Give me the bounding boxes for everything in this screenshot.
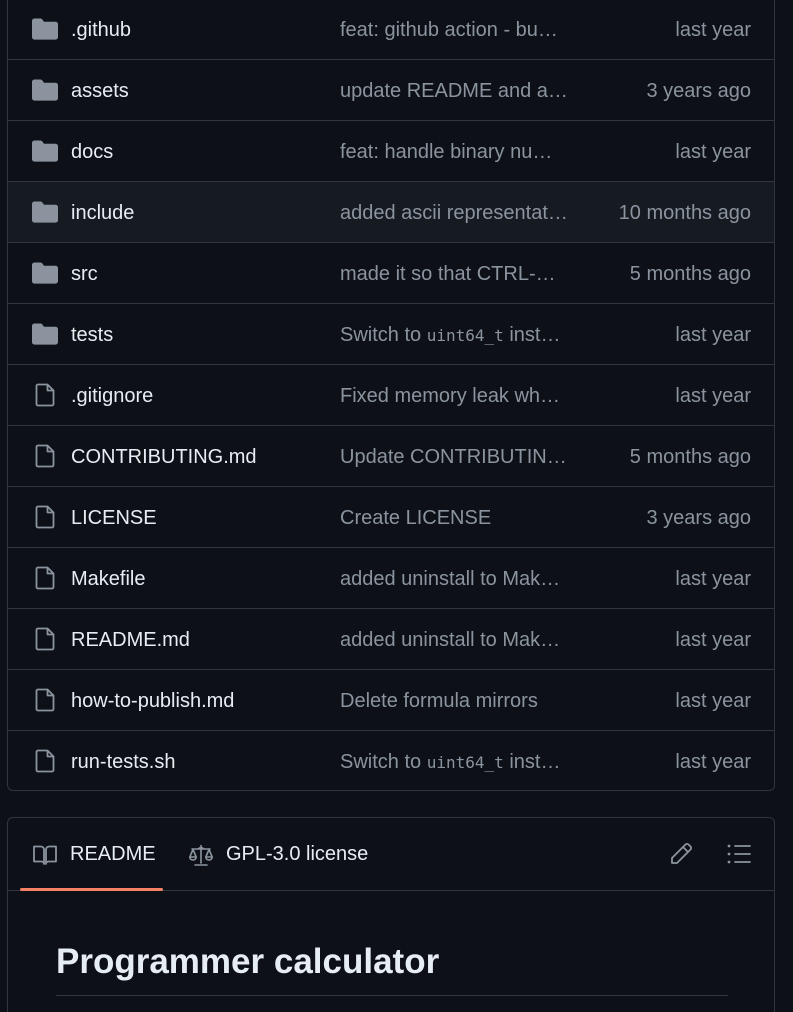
file-row-run-tests[interactable]: run-tests.sh Switch to uint64_t inst… la… (8, 731, 774, 790)
file-name-link[interactable]: assets (71, 80, 129, 103)
commit-message-link[interactable]: Switch to uint64_t inst… (340, 751, 572, 774)
folder-icon (32, 323, 58, 345)
readme-tabs: README GPL-3.0 license (8, 818, 774, 891)
file-row-src[interactable]: src made it so that CTRL-… 5 months ago (8, 243, 774, 304)
folder-icon (32, 262, 58, 284)
file-row-readme[interactable]: README.md added uninstall to Mak… last y… (8, 609, 774, 670)
commit-age: 3 years ago (646, 507, 751, 529)
commit-message-text: inst… (503, 324, 561, 346)
file-name-link[interactable]: tests (71, 324, 113, 347)
file-icon (35, 444, 55, 468)
tab-readme[interactable]: README (32, 843, 156, 866)
commit-message-text: Switch to (340, 751, 427, 773)
book-icon (33, 845, 57, 865)
file-name-link[interactable]: Makefile (71, 568, 145, 591)
commit-age: last year (675, 568, 751, 590)
file-name-link[interactable]: docs (71, 141, 113, 164)
commit-age: 3 years ago (646, 80, 751, 102)
commit-message-code: uint64_t (426, 753, 504, 772)
file-row-tests[interactable]: tests Switch to uint64_t inst… last year (8, 304, 774, 365)
file-name-link[interactable]: include (71, 202, 134, 225)
tab-license-label: GPL-3.0 license (226, 843, 369, 865)
commit-age: last year (675, 629, 751, 651)
file-row-contributing[interactable]: CONTRIBUTING.md Update CONTRIBUTIN… 5 mo… (8, 426, 774, 487)
commit-message-link[interactable]: Switch to uint64_t inst… (340, 324, 572, 347)
tab-license[interactable]: GPL-3.0 license (188, 843, 368, 866)
commit-age: last year (675, 385, 751, 407)
file-name-link[interactable]: src (71, 263, 98, 286)
law-icon (189, 844, 213, 866)
commit-age: last year (675, 751, 751, 773)
commit-age: 10 months ago (618, 202, 751, 224)
file-name-link[interactable]: README.md (71, 629, 190, 652)
folder-icon (32, 18, 58, 40)
commit-age: last year (675, 324, 751, 346)
file-icon (35, 688, 55, 712)
file-row-gitignore[interactable]: .gitignore Fixed memory leak wh… last ye… (8, 365, 774, 426)
file-row-license[interactable]: LICENSE Create LICENSE 3 years ago (8, 487, 774, 548)
commit-message-text: Switch to (340, 324, 427, 346)
file-row-how-to-publish[interactable]: how-to-publish.md Delete formula mirrors… (8, 670, 774, 731)
file-icon (35, 627, 55, 651)
file-name-link[interactable]: .gitignore (71, 385, 153, 408)
file-row-github[interactable]: .github feat: github action - bu… last y… (8, 0, 774, 60)
file-list: .github feat: github action - bu… last y… (7, 0, 775, 791)
commit-message-link[interactable]: added uninstall to Mak… (340, 568, 572, 591)
folder-icon (32, 201, 58, 223)
commit-age: 5 months ago (629, 263, 751, 285)
file-icon (35, 749, 55, 773)
commit-message-link[interactable]: feat: github action - bu… (340, 19, 572, 42)
commit-message-link[interactable]: Fixed memory leak wh… (340, 385, 572, 408)
list-unordered-icon[interactable] (726, 841, 752, 867)
file-name-link[interactable]: how-to-publish.md (71, 690, 234, 713)
commit-message-code: uint64_t (426, 326, 504, 345)
file-name-link[interactable]: LICENSE (71, 507, 157, 530)
commit-message-link[interactable]: added uninstall to Mak… (340, 629, 572, 652)
file-icon (35, 383, 55, 407)
commit-age: last year (675, 690, 751, 712)
commit-age: 5 months ago (629, 446, 751, 468)
commit-message-link[interactable]: added ascii representat… (340, 202, 572, 225)
file-row-makefile[interactable]: Makefile added uninstall to Mak… last ye… (8, 548, 774, 609)
commit-message-text: inst… (503, 751, 561, 773)
repo-page: .github feat: github action - bu… last y… (0, 0, 793, 1012)
file-icon (35, 505, 55, 529)
title-divider (56, 995, 728, 996)
file-row-docs[interactable]: docs feat: handle binary nu… last year (8, 121, 774, 182)
file-name-link[interactable]: CONTRIBUTING.md (71, 446, 257, 469)
readme-panel: README GPL-3.0 license Programmer calcul… (7, 817, 775, 1012)
file-icon (35, 566, 55, 590)
file-name-link[interactable]: run-tests.sh (71, 751, 175, 774)
commit-message-link[interactable]: made it so that CTRL-… (340, 263, 572, 286)
readme-title: Programmer calculator (56, 942, 440, 981)
folder-icon (32, 79, 58, 101)
tab-readme-label: README (70, 843, 156, 865)
active-tab-indicator (20, 888, 163, 891)
commit-message-link[interactable]: Delete formula mirrors (340, 690, 572, 713)
file-row-assets[interactable]: assets update README and a… 3 years ago (8, 60, 774, 121)
file-row-include[interactable]: include added ascii representat… 10 mont… (8, 182, 774, 243)
file-name-link[interactable]: .github (71, 19, 131, 42)
folder-icon (32, 140, 58, 162)
commit-message-link[interactable]: Update CONTRIBUTIN… (340, 446, 572, 469)
commit-message-link[interactable]: Create LICENSE (340, 507, 572, 530)
pencil-icon[interactable] (668, 841, 694, 867)
commit-message-link[interactable]: feat: handle binary nu… (340, 141, 572, 164)
commit-message-link[interactable]: update README and a… (340, 80, 572, 103)
commit-age: last year (675, 141, 751, 163)
commit-age: last year (675, 19, 751, 41)
